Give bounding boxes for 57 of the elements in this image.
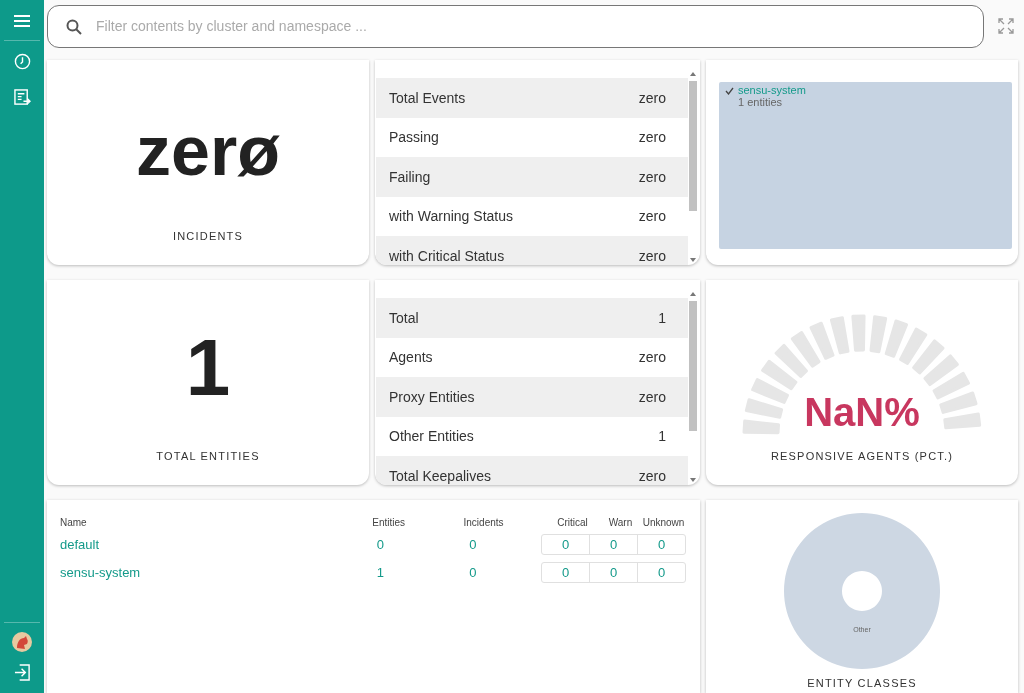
check-icon[interactable] (725, 87, 734, 96)
namespace-link[interactable]: sensu-system (738, 84, 806, 96)
entity-count: 1 entities (738, 96, 784, 108)
count-cell[interactable]: 0 (542, 534, 589, 554)
column-header: Critical (556, 516, 589, 528)
stat-label: Total Events (389, 89, 466, 106)
stat-value: zero (638, 349, 666, 366)
logout-icon[interactable] (13, 664, 31, 681)
column-header: Incidents (462, 516, 505, 528)
stat-value: zero (638, 208, 666, 225)
scrollbar[interactable] (688, 292, 698, 482)
stat-label: Passing (389, 129, 439, 146)
namespace-link[interactable]: sensu-system (60, 564, 348, 580)
table-cell-text: 0 (468, 536, 478, 552)
count-cell[interactable]: 0 (589, 562, 637, 582)
avatar-icon[interactable] (12, 632, 32, 652)
stat-value: zero (638, 129, 666, 146)
column-header: Warn (607, 516, 634, 528)
table-cell-text: 0 (375, 536, 386, 552)
stat-value: zero (638, 467, 666, 484)
big-number: zerø (136, 116, 280, 186)
scrollbar[interactable] (688, 72, 698, 262)
stat-label: Agents (389, 349, 433, 366)
big-number: 1 (185, 328, 231, 408)
card-title: TOTAL ENTITIES (156, 450, 260, 462)
card-title: INCIDENTS (172, 230, 244, 242)
document-icon[interactable] (13, 89, 31, 106)
card-title: RESPONSIVE AGENTS (PCT.) (770, 450, 954, 462)
fullscreen-icon[interactable] (998, 18, 1014, 34)
stat-value: zero (638, 247, 666, 264)
count-cell[interactable]: 0 (637, 562, 685, 582)
clock-icon[interactable] (13, 53, 31, 70)
stat-label: with Warning Status (389, 208, 513, 225)
stat-label: Failing (389, 168, 431, 185)
column-header: Name (60, 516, 88, 528)
stat-label: Total Keepalives (389, 467, 491, 484)
search-field[interactable]: Filter contents by cluster and namespace ... (47, 4, 984, 48)
table-cell-text: 0 (468, 564, 478, 580)
table-cell-text: 1 (375, 564, 386, 580)
column-header: Entities (371, 516, 407, 528)
stat-value: 1 (658, 309, 666, 326)
count-cell[interactable]: 0 (637, 534, 685, 554)
card-title: ENTITY CLASSES (807, 677, 917, 689)
menu-icon[interactable] (14, 15, 30, 27)
count-cell[interactable]: 0 (589, 534, 637, 554)
stat-value: zero (638, 89, 666, 106)
stat-label: Total (389, 309, 419, 326)
stat-value: zero (638, 388, 666, 405)
count-cell[interactable]: 0 (542, 562, 589, 582)
stat-label: Other Entities (389, 428, 474, 445)
stat-value: 1 (658, 428, 666, 445)
percentage-value: NaN% (803, 390, 921, 435)
column-header: Unknown (641, 516, 686, 528)
stat-label: with Critical Status (389, 247, 505, 264)
namespace-link[interactable]: default (60, 536, 348, 552)
stat-value: zero (638, 168, 666, 185)
stat-label: Proxy Entities (389, 388, 475, 405)
